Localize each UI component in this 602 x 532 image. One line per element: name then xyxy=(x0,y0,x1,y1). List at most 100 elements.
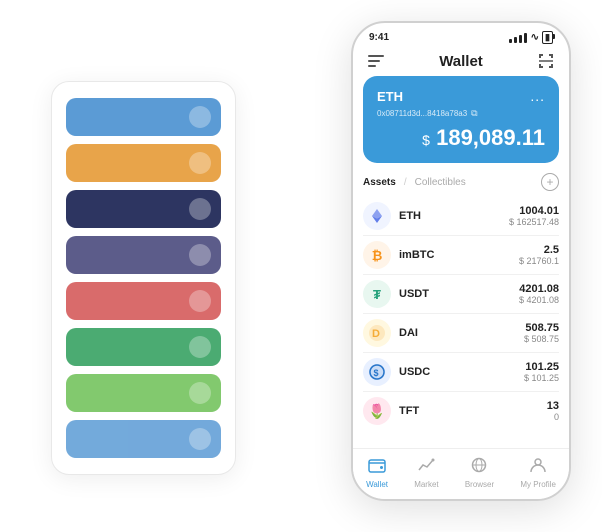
market-nav-icon xyxy=(417,457,435,478)
card-dot xyxy=(189,244,211,266)
add-asset-button[interactable]: + xyxy=(541,173,559,191)
asset-left: ₮ USDT xyxy=(363,280,429,308)
asset-row-usdc[interactable]: $ USDC 101.25 $ 101.25 xyxy=(363,353,559,392)
scan-icon[interactable] xyxy=(537,52,555,70)
status-bar: 9:41 ∿ ▮ xyxy=(353,23,569,48)
market-nav-label: Market xyxy=(414,480,438,489)
wallet-nav-icon xyxy=(368,457,386,478)
asset-row-dai[interactable]: D DAI 508.75 $ 508.75 xyxy=(363,314,559,353)
card-dot xyxy=(189,336,211,358)
usdt-amount: 4201.08 xyxy=(519,283,559,295)
tab-assets[interactable]: Assets xyxy=(363,177,396,188)
eth-card-symbol: ETH xyxy=(377,89,403,104)
asset-name-dai: DAI xyxy=(399,327,418,339)
tft-usd: 0 xyxy=(547,412,559,422)
asset-left: $ USDC xyxy=(363,358,430,386)
asset-left: ETH xyxy=(363,202,421,230)
asset-name-usdt: USDT xyxy=(399,288,429,300)
eth-card-balance: $ 189,089.11 xyxy=(377,125,545,151)
asset-name-eth: ETH xyxy=(399,210,421,222)
scene: 9:41 ∿ ▮ xyxy=(21,21,581,511)
tab-divider: / xyxy=(404,177,407,188)
battery-icon: ▮ xyxy=(542,31,553,44)
eth-card-address: 0x08711d3d...8418a78a3 ⧉ xyxy=(377,108,545,119)
imbtc-usd: $ 21760.1 xyxy=(519,256,559,266)
copy-icon[interactable]: ⧉ xyxy=(471,108,477,119)
signal-icon xyxy=(509,32,528,43)
asset-left: ₿ imBTC xyxy=(363,241,434,269)
asset-values-usdt: 4201.08 $ 4201.08 xyxy=(519,283,559,305)
svg-text:$: $ xyxy=(374,368,379,378)
asset-values-usdc: 101.25 $ 101.25 xyxy=(524,361,559,383)
asset-values-imbtc: 2.5 $ 21760.1 xyxy=(519,244,559,266)
asset-name-tft: TFT xyxy=(399,405,419,417)
asset-list: ETH 1004.01 $ 162517.48 ₿ imBTC 2.5 $ 21… xyxy=(363,197,559,430)
eth-card-header: ETH ... xyxy=(377,88,545,104)
card-dot xyxy=(189,382,211,404)
tft-icon: 🌷 xyxy=(363,397,391,425)
profile-nav-icon xyxy=(529,457,547,478)
usdt-usd: $ 4201.08 xyxy=(519,295,559,305)
nav-profile[interactable]: My Profile xyxy=(520,457,556,489)
eth-usd: $ 162517.48 xyxy=(509,217,559,227)
svg-text:D: D xyxy=(372,328,380,340)
usdc-amount: 101.25 xyxy=(524,361,559,373)
imbtc-amount: 2.5 xyxy=(519,244,559,256)
stack-card-5[interactable] xyxy=(66,282,221,320)
nav-market[interactable]: Market xyxy=(414,457,438,489)
card-dot xyxy=(189,198,211,220)
stack-card-7[interactable] xyxy=(66,374,221,412)
status-icons: ∿ ▮ xyxy=(509,31,553,44)
asset-values-tft: 13 0 xyxy=(547,400,559,422)
nav-browser[interactable]: Browser xyxy=(465,457,494,489)
stack-card-4[interactable] xyxy=(66,236,221,274)
card-dot xyxy=(189,428,211,450)
stack-card-8[interactable] xyxy=(66,420,221,458)
nav-wallet[interactable]: Wallet xyxy=(366,457,388,489)
assets-tabs: Assets / Collectibles xyxy=(363,177,466,188)
imbtc-icon: ₿ xyxy=(363,241,391,269)
browser-nav-icon xyxy=(470,457,488,478)
usdc-usd: $ 101.25 xyxy=(524,373,559,383)
asset-row-tft[interactable]: 🌷 TFT 13 0 xyxy=(363,392,559,430)
tft-amount: 13 xyxy=(547,400,559,412)
stack-card-1[interactable] xyxy=(66,98,221,136)
asset-left: 🌷 TFT xyxy=(363,397,419,425)
asset-row-eth[interactable]: ETH 1004.01 $ 162517.48 xyxy=(363,197,559,236)
usdt-icon: ₮ xyxy=(363,280,391,308)
usdc-icon: $ xyxy=(363,358,391,386)
eth-icon xyxy=(363,202,391,230)
stack-card-3[interactable] xyxy=(66,190,221,228)
profile-nav-label: My Profile xyxy=(520,480,556,489)
asset-name-usdc: USDC xyxy=(399,366,430,378)
asset-name-imbtc: imBTC xyxy=(399,249,434,261)
dai-amount: 508.75 xyxy=(524,322,559,334)
assets-header: Assets / Collectibles + xyxy=(363,173,559,191)
bottom-nav: Wallet Market xyxy=(353,448,569,499)
card-dot xyxy=(189,106,211,128)
asset-values-eth: 1004.01 $ 162517.48 xyxy=(509,205,559,227)
eth-amount: 1004.01 xyxy=(509,205,559,217)
menu-icon[interactable] xyxy=(367,52,385,70)
phone-nav: Wallet xyxy=(353,48,569,76)
stack-card-2[interactable] xyxy=(66,144,221,182)
wifi-icon: ∿ xyxy=(531,32,539,43)
dai-usd: $ 508.75 xyxy=(524,334,559,344)
card-stack xyxy=(51,81,236,475)
eth-card[interactable]: ETH ... 0x08711d3d...8418a78a3 ⧉ $ 189,0… xyxy=(363,76,559,163)
eth-card-menu[interactable]: ... xyxy=(530,88,545,104)
nav-title: Wallet xyxy=(439,53,483,70)
asset-row-usdt[interactable]: ₮ USDT 4201.08 $ 4201.08 xyxy=(363,275,559,314)
browser-nav-label: Browser xyxy=(465,480,494,489)
card-dot xyxy=(189,152,211,174)
asset-row-imbtc[interactable]: ₿ imBTC 2.5 $ 21760.1 xyxy=(363,236,559,275)
asset-left: D DAI xyxy=(363,319,418,347)
phone-content: ETH ... 0x08711d3d...8418a78a3 ⧉ $ 189,0… xyxy=(353,76,569,448)
dai-icon: D xyxy=(363,319,391,347)
tab-collectibles[interactable]: Collectibles xyxy=(415,177,466,188)
asset-values-dai: 508.75 $ 508.75 xyxy=(524,322,559,344)
wallet-nav-label: Wallet xyxy=(366,480,388,489)
phone-shell: 9:41 ∿ ▮ xyxy=(351,21,571,501)
status-time: 9:41 xyxy=(369,32,389,43)
stack-card-6[interactable] xyxy=(66,328,221,366)
